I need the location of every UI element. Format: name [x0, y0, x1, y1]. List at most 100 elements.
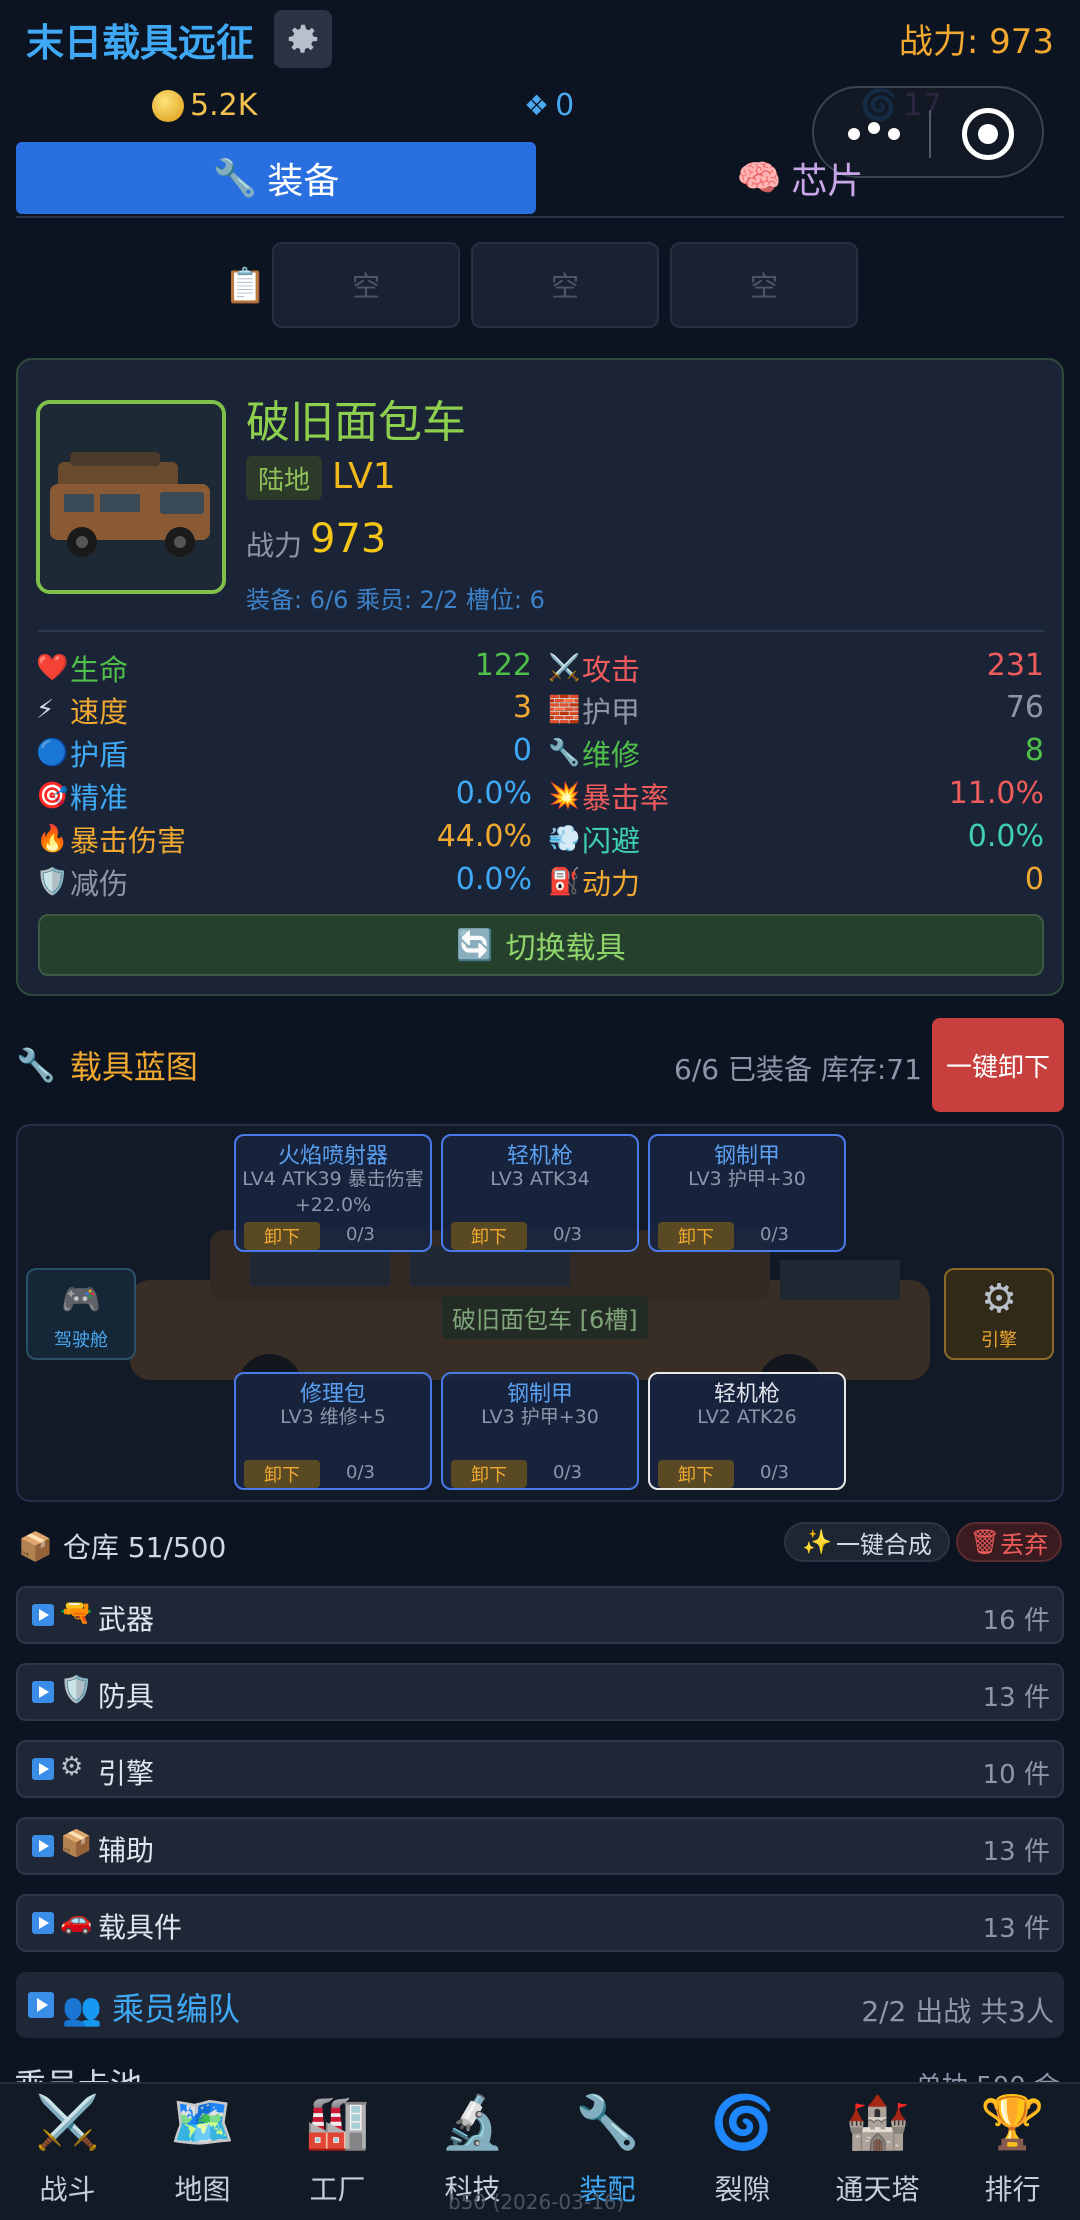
nav-label: 通天塔: [835, 2173, 920, 2206]
nav-tower[interactable]: 🏰 通天塔: [810, 2084, 945, 2220]
merge-all-button[interactable]: ✨ 一键合成: [784, 1522, 950, 1562]
wrench-icon: 🔧: [212, 158, 258, 199]
equip-slot[interactable]: 修理包 LV3 维修+5 卸下 0/3: [234, 1372, 432, 1490]
stat-value: 0: [512, 733, 532, 768]
equip-slot[interactable]: 轻机枪 LV2 ATK26 卸下 0/3: [648, 1372, 846, 1490]
fuel-icon: ⛽: [548, 867, 581, 897]
equip-slot[interactable]: 钢制甲 LV3 护甲+30 卸下 0/3: [648, 1134, 846, 1252]
expand-icon: [32, 1758, 54, 1780]
crew-formation[interactable]: 👥 乘员编队 2/2 出战 共3人: [16, 1972, 1064, 2038]
stat-armor: 🧱 护甲: [548, 690, 640, 730]
unequip-button[interactable]: 卸下: [451, 1460, 527, 1488]
shield-icon: 🛡️: [60, 1675, 93, 1705]
category-count: 13 件: [982, 1837, 1050, 1867]
unequip-button[interactable]: 卸下: [658, 1222, 734, 1250]
merge-all-label: 一键合成: [835, 1530, 932, 1559]
stat-label: 精准: [70, 781, 129, 815]
stat-label: 生命: [70, 653, 129, 687]
unequip-button[interactable]: 卸下: [244, 1460, 320, 1488]
wrench-icon: 🔧: [16, 1046, 56, 1084]
nav-map[interactable]: 🗺️ 地图: [135, 2084, 270, 2220]
nav-ranking[interactable]: 🏆 排行: [945, 2084, 1080, 2220]
category-vehicle-parts[interactable]: 🚗 载具件 13 件: [16, 1894, 1064, 1952]
unequip-button[interactable]: 卸下: [451, 1222, 527, 1250]
stat-damage-reduction: 🛡️ 减伤: [36, 862, 128, 902]
nav-battle[interactable]: ⚔️ 战斗: [0, 2084, 135, 2220]
microscope-icon: 🔬: [440, 2093, 505, 2153]
unequip-button[interactable]: 卸下: [244, 1222, 320, 1250]
slot-count: 0/3: [553, 1224, 582, 1245]
crystal-amount: 0: [555, 88, 575, 123]
settings-button[interactable]: [274, 10, 332, 68]
shield-dot-icon: 🔵: [36, 738, 69, 768]
blueprint-title: 🔧 载具蓝图: [16, 1042, 198, 1088]
equip-slot[interactable]: 钢制甲 LV3 护甲+30 卸下 0/3: [441, 1372, 639, 1490]
gear-icon: [288, 24, 318, 53]
category-armor[interactable]: 🛡️ 防具 13 件: [16, 1663, 1064, 1721]
preset-slot-2[interactable]: 空: [471, 242, 659, 328]
equip-slot[interactable]: 轻机枪 LV3 ATK34 卸下 0/3: [441, 1134, 639, 1252]
stat-value: 11.0%: [948, 776, 1044, 811]
swirl-icon: 🌀: [710, 2093, 775, 2153]
slot-item-desc: LV4 ATK39 暴击伤害+22.0%: [242, 1168, 424, 1216]
tab-chip[interactable]: 🧠 芯片: [536, 142, 1064, 214]
slot-count: 0/3: [346, 1462, 375, 1483]
stat-value: 0.0%: [455, 776, 532, 811]
switch-vehicle-button[interactable]: 🔄 切换载具: [38, 914, 1044, 976]
nav-factory[interactable]: 🏭 工厂: [270, 2084, 405, 2220]
discard-button[interactable]: 🗑 丢弃: [956, 1522, 1062, 1562]
stat-repair: 🔧 维修: [548, 733, 640, 773]
nav-label: 工厂: [309, 2173, 366, 2206]
equip-slot[interactable]: 火焰喷射器 LV4 ATK39 暴击伤害+22.0% 卸下 0/3: [234, 1134, 432, 1252]
slot-count: 0/3: [760, 1224, 789, 1245]
blueprint-status: 6/6 已装备 库存:71: [674, 1053, 922, 1086]
blueprint-title-text: 载具蓝图: [69, 1048, 198, 1086]
vehicle-power-value: 973: [310, 516, 387, 562]
category-count: 13 件: [982, 1683, 1050, 1713]
nav-rift[interactable]: 🌀 裂隙: [675, 2084, 810, 2220]
nav-label: 地图: [174, 2173, 231, 2206]
slot-item-desc: LV3 ATK34: [490, 1168, 590, 1190]
category-engine[interactable]: ⚙ 引擎 10 件: [16, 1740, 1064, 1798]
expand-icon: [28, 1992, 54, 2018]
unequip-button[interactable]: 卸下: [658, 1460, 734, 1488]
stat-speed: ⚡ 速度: [36, 690, 128, 730]
vehicle-summary: 装备: 6/6 乘员: 2/2 槽位: 6: [246, 586, 545, 614]
shield-icon: 🛡️: [36, 867, 69, 897]
unequip-all-button[interactable]: 一键卸下: [932, 1018, 1064, 1112]
vehicle-level: LV1: [332, 456, 396, 497]
warehouse-title: 📦 仓库 51/500: [18, 1526, 226, 1566]
stat-value: 0: [1024, 862, 1044, 897]
tab-equipment[interactable]: 🔧 装备: [16, 142, 536, 214]
stat-crit-rate: 💥 暴击率: [548, 776, 669, 816]
preset-slot-3[interactable]: 空: [670, 242, 858, 328]
nav-label: 战斗: [39, 2173, 96, 2206]
expand-icon: [32, 1681, 54, 1703]
category-weapons[interactable]: 🔫 武器 16 件: [16, 1586, 1064, 1644]
stat-shield: 🔵 护盾: [36, 733, 128, 773]
cockpit-slot[interactable]: 🎮 驾驶舱: [26, 1268, 136, 1360]
switch-vehicle-label: 切换载具: [505, 931, 626, 966]
lightning-icon: ⚡: [36, 695, 55, 725]
slot-count: 0/3: [553, 1462, 582, 1483]
crew-title-text: 乘员编队: [112, 1990, 241, 2028]
diamond-icon: ❖: [524, 89, 550, 122]
clipboard-icon[interactable]: 📋: [224, 266, 266, 306]
engine-slot[interactable]: ⚙ 引擎: [944, 1268, 1054, 1360]
stat-power: ⛽ 动力: [548, 862, 640, 902]
stat-label: 速度: [70, 695, 129, 729]
category-name: 防具: [98, 1680, 155, 1713]
stat-label: 暴击率: [582, 781, 670, 815]
sparkle-icon: ✨: [802, 1528, 832, 1556]
category-count: 10 件: [982, 1760, 1050, 1790]
category-support[interactable]: 📦 辅助 13 件: [16, 1817, 1064, 1875]
stat-value: 231: [986, 648, 1044, 683]
stat-crit-damage: 🔥 暴击伤害: [36, 819, 186, 859]
category-name: 辅助: [98, 1834, 155, 1867]
tab-chip-label: 芯片: [791, 161, 864, 202]
box-icon: 📦: [18, 1529, 53, 1563]
preset-slot-1[interactable]: 空: [272, 242, 460, 328]
stat-label: 护甲: [582, 695, 641, 729]
vehicle-name: 破旧面包车: [246, 397, 466, 448]
stat-value: 0.0%: [967, 819, 1044, 854]
